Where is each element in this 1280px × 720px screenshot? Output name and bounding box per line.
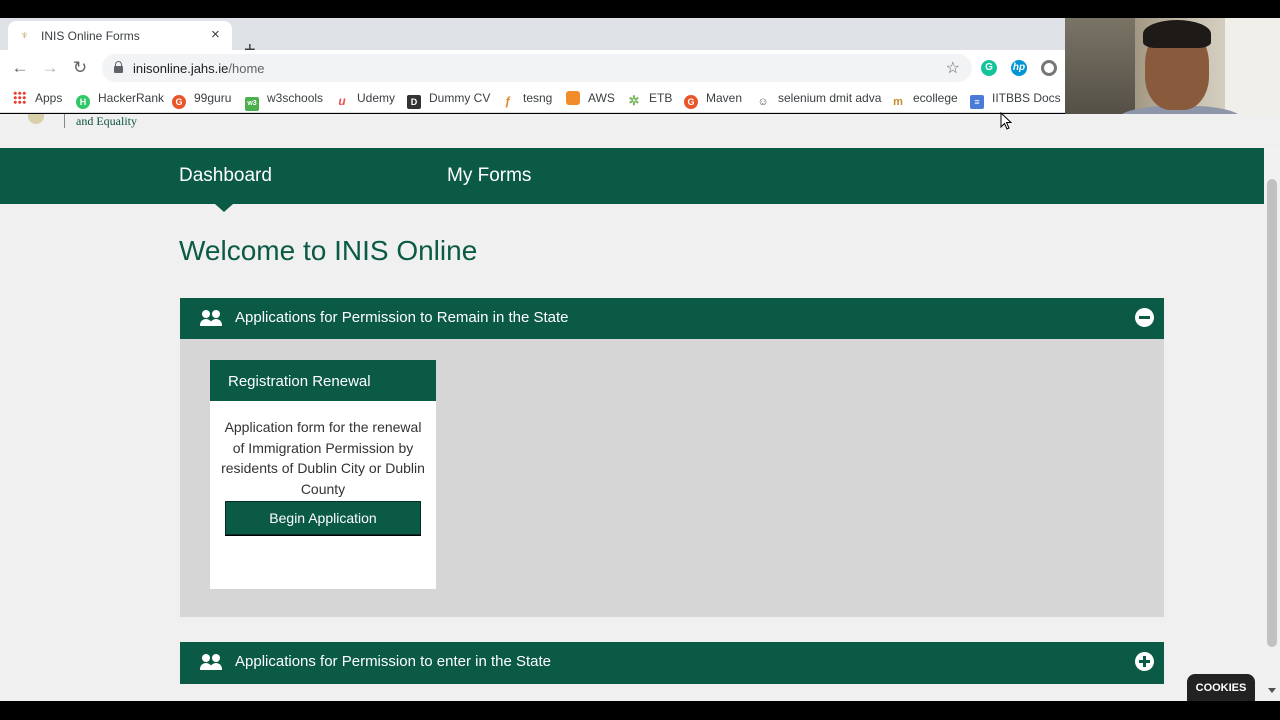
expand-icon[interactable] [1135,652,1154,671]
bookmark-hackerrank[interactable]: H HackerRank [76,91,164,109]
extension-circle-icon[interactable] [1041,60,1057,76]
tab-title: INIS Online Forms [41,29,140,43]
people-icon [200,654,222,670]
people-icon [200,310,222,326]
bookmarks-bar: Apps H HackerRank G 99guru w3 w3schools u Ud… [0,86,1065,113]
tesng-icon: ƒ [504,94,512,108]
aws-icon [566,91,580,105]
bookmark-maven[interactable]: G Maven [684,91,742,109]
bookmark-ecollege[interactable]: m ecollege [891,91,958,108]
logo-divider [64,114,65,128]
dummy-cv-icon: D [407,95,421,109]
hp-extension-icon[interactable]: hp [1011,60,1027,76]
web-page: and Equality Dashboard My Forms Welcome … [0,114,1280,701]
panel-header-remain[interactable]: Applications for Permission to Remain in… [180,298,1164,340]
person-hair [1143,20,1211,48]
address-bar[interactable]: inisonline.jahs.ie/home ☆ [102,54,972,82]
card-description: Application form for the renewal of Immi… [221,419,425,497]
bookmark-selenium[interactable]: ☺ selenium dmit adva [756,91,881,108]
top-letterbox [0,0,1280,18]
panel-title: Applications for Permission to enter in … [235,653,551,670]
url-text: inisonline.jahs.ie/home [133,61,265,76]
bookmark-etb[interactable]: ✲ ETB [627,91,673,108]
cookies-button[interactable]: COOKIES [1187,674,1255,701]
bookmark-aws[interactable]: AWS [566,91,615,107]
bottom-letterbox [0,701,1280,720]
bookmark-99guru[interactable]: G 99guru [172,91,231,109]
mouse-cursor-icon [1000,112,1012,130]
bookmark-apps[interactable]: Apps [13,91,62,107]
w3schools-icon: w3 [245,97,259,111]
active-nav-indicator [215,204,233,212]
browser-toolbar: ← → ↻ inisonline.jahs.ie/home ☆ G hp [0,50,1065,86]
apps-grid-icon [13,91,26,104]
grammarly-extension-icon[interactable]: G [981,60,997,76]
screen: ♆ INIS Online Forms × + ← → ↻ inisonline… [0,0,1280,720]
browser-tab[interactable]: ♆ INIS Online Forms × [8,21,232,50]
etb-icon: ✲ [628,93,640,108]
page-title: Welcome to INIS Online [179,235,478,266]
form-card: Registration Renewal Application form fo… [210,360,436,589]
maven-icon: G [684,95,698,109]
collapse-icon[interactable] [1135,308,1154,327]
bookmark-dummy-cv[interactable]: D Dummy CV [407,91,490,109]
selenium-icon: ☺ [757,96,769,108]
ecollege-icon: m [893,96,903,108]
panel-title: Applications for Permission to Remain in… [235,309,569,326]
lock-icon [114,61,123,73]
udemy-icon: u [338,94,346,108]
panel-header-enter[interactable]: Applications for Permission to enter in … [180,642,1164,684]
page-scrollbar[interactable] [1264,148,1280,701]
card-title: Registration Renewal [210,360,436,401]
browser-tab-strip: ♆ INIS Online Forms × + [0,18,1065,60]
bookmark-star-icon[interactable]: ☆ [946,58,960,78]
forward-button[interactable]: → [39,57,61,79]
back-button[interactable]: ← [9,57,31,79]
reload-button[interactable]: ↻ [69,57,91,79]
harp-favicon-icon: ♆ [20,28,29,42]
harp-logo-icon [28,114,44,124]
department-logo-text: and Equality [76,114,137,128]
tab-close-icon[interactable]: × [211,26,220,43]
nav-my-forms[interactable]: My Forms [447,165,531,187]
panel-body-remain: Registration Renewal Application form fo… [180,339,1164,617]
bookmark-iitbbs-docs[interactable]: ≡ IITBBS Docs [970,91,1061,109]
main-navigation: Dashboard My Forms [0,148,1264,212]
nav-dashboard[interactable]: Dashboard [179,165,272,187]
docs-icon: ≡ [970,95,984,109]
scroll-down-arrow-icon[interactable] [1268,688,1276,693]
guru-icon: G [172,95,186,109]
bookmark-udemy[interactable]: u Udemy [335,91,395,108]
scrollbar-thumb[interactable] [1267,179,1277,647]
bookmark-tesng[interactable]: ƒ tesng [501,91,553,108]
hackerrank-icon: H [76,95,90,109]
bookmark-w3schools[interactable]: w3 w3schools [245,91,323,111]
begin-application-button[interactable]: Begin Application [225,501,421,535]
